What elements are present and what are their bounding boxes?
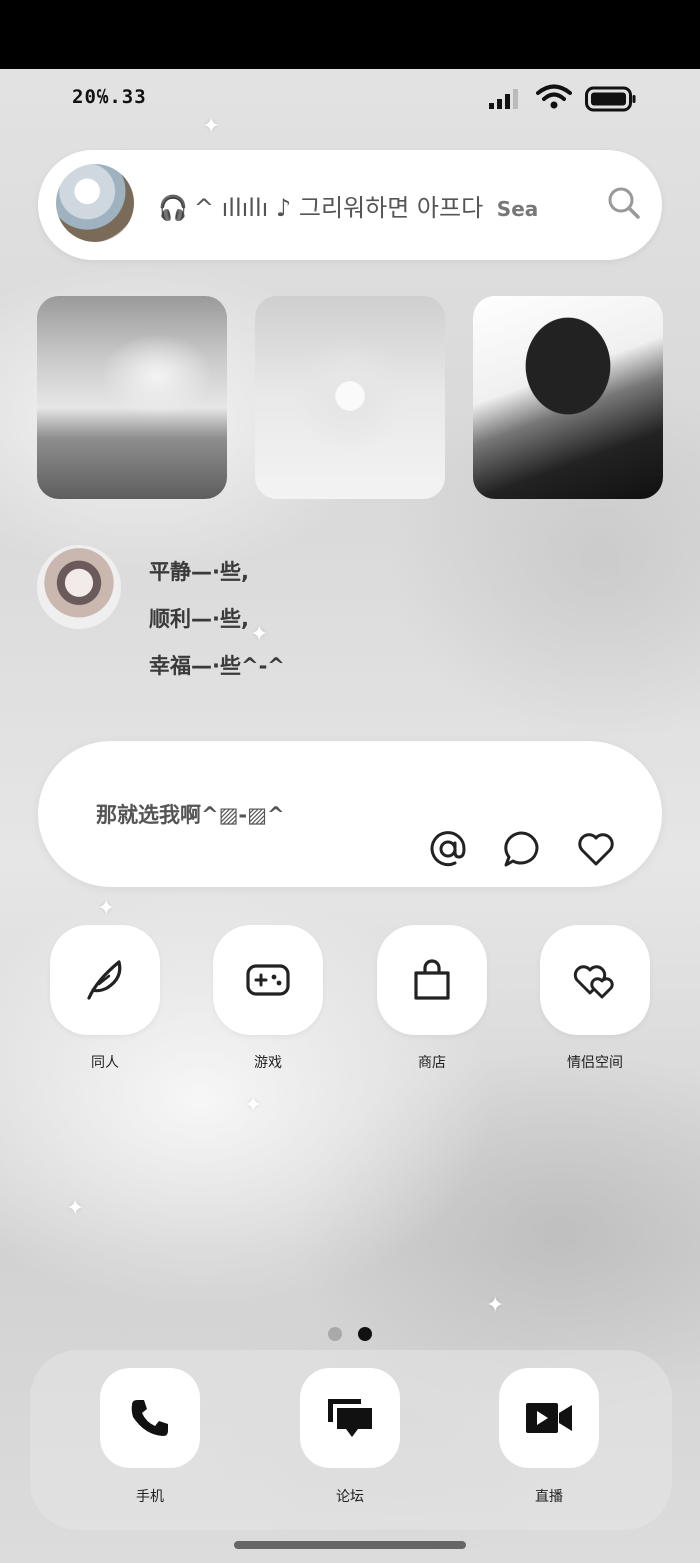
phone-icon bbox=[131, 1400, 168, 1436]
video-camera-icon bbox=[526, 1403, 572, 1433]
heart-icon[interactable] bbox=[576, 829, 616, 869]
dock-app-phone[interactable]: 手机 bbox=[100, 1368, 200, 1506]
app-label: 情侣空间 bbox=[567, 1055, 623, 1071]
page-dot-active[interactable] bbox=[358, 1327, 372, 1341]
app-label: 游戏 bbox=[254, 1055, 282, 1071]
dock-app-live[interactable]: 直播 bbox=[499, 1368, 599, 1506]
app-label: 同人 bbox=[91, 1055, 119, 1071]
photo-snowy-garden[interactable] bbox=[37, 296, 227, 499]
search-placeholder: Sea bbox=[496, 197, 539, 221]
star-decoration: ✦ bbox=[486, 1293, 505, 1318]
home-indicator[interactable] bbox=[234, 1541, 466, 1549]
quote-line: 幸福—·些^-^ bbox=[149, 654, 285, 678]
at-icon[interactable] bbox=[428, 829, 468, 869]
status-bar: 20℅.33 bbox=[0, 84, 700, 114]
chat-bubble-icon[interactable] bbox=[502, 829, 542, 869]
star-decoration: ✦ bbox=[97, 896, 116, 921]
battery-icon bbox=[585, 86, 636, 112]
dock-app-forum[interactable]: 论坛 bbox=[300, 1368, 400, 1506]
message-widget[interactable]: 那就选我啊^▨-▨^ bbox=[38, 741, 662, 887]
dock-label: 手机 bbox=[136, 1489, 164, 1505]
photo-anime-boy[interactable] bbox=[473, 296, 663, 499]
star-decoration: ✦ bbox=[202, 114, 221, 139]
dock-label: 论坛 bbox=[336, 1489, 364, 1505]
top-black-bar bbox=[0, 0, 700, 69]
search-icon[interactable] bbox=[607, 186, 641, 220]
quote-line: 顺利—·些, bbox=[149, 607, 249, 631]
star-decoration: ✦ bbox=[250, 622, 269, 647]
status-time: 20℅.33 bbox=[72, 86, 147, 108]
music-search-widget[interactable]: 🎧 ^ ıllıllı ♪ 그리워하면 아프다 Sea bbox=[38, 150, 662, 260]
message-text: 那就选我啊^▨-▨^ bbox=[96, 803, 285, 827]
headphones-icon: 🎧 bbox=[158, 194, 188, 222]
page-dot[interactable] bbox=[328, 1327, 342, 1341]
dock-label: 直播 bbox=[535, 1489, 563, 1505]
app-tongren[interactable]: 同人 bbox=[50, 925, 160, 1072]
album-avatar[interactable] bbox=[56, 164, 134, 242]
app-games[interactable]: 游戏 bbox=[213, 925, 323, 1072]
feather-icon bbox=[87, 960, 122, 1000]
double-heart-icon bbox=[573, 965, 614, 999]
app-store[interactable]: 商店 bbox=[377, 925, 487, 1072]
wifi-icon bbox=[536, 84, 572, 109]
app-couple-space[interactable]: 情侣空间 bbox=[540, 925, 650, 1072]
photo-snow-heart[interactable] bbox=[255, 296, 445, 499]
app-label: 商店 bbox=[418, 1055, 446, 1071]
shopping-bag-icon bbox=[414, 959, 450, 1000]
forum-icon bbox=[328, 1399, 372, 1437]
gamepad-icon bbox=[246, 964, 290, 996]
now-playing-text[interactable]: 🎧 ^ ıllıllı ♪ 그리워하면 아프다 Sea bbox=[158, 188, 598, 223]
star-decoration: ✦ bbox=[66, 1196, 85, 1221]
star-decoration: ✦ bbox=[244, 1093, 263, 1118]
cellular-signal-icon bbox=[489, 89, 518, 109]
quote-line: 平静—·些, bbox=[149, 560, 249, 584]
quote-avatar[interactable] bbox=[37, 545, 121, 629]
